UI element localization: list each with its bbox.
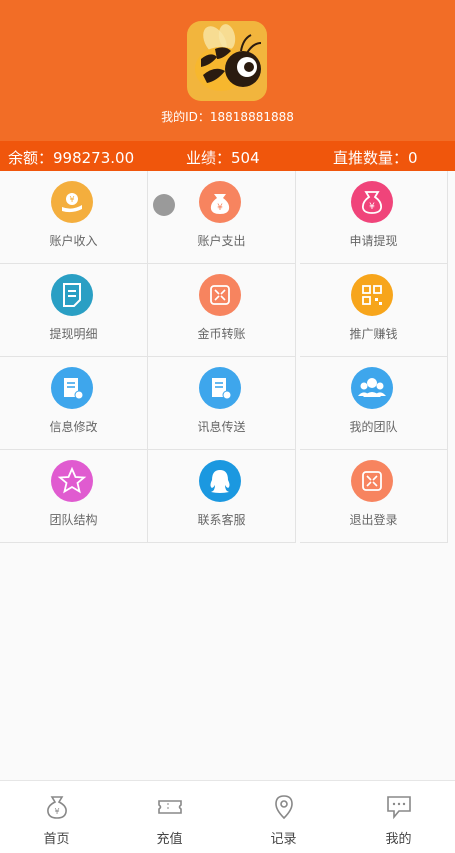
menu-item-team-structure[interactable]: 团队结构 (0, 450, 148, 543)
menu-item-label: 讯息传送 (197, 420, 246, 434)
menu-item-label: 提现明细 (49, 327, 98, 341)
menu-item-label: 联系客服 (197, 513, 246, 527)
menu-item-withdraw-details[interactable]: 提现明细 (0, 264, 148, 357)
menu-item-label: 退出登录 (349, 513, 398, 527)
menu-item-label: 账户支出 (197, 234, 246, 248)
menu-item-send-message[interactable]: 讯息传送 (148, 357, 296, 450)
star-icon (51, 460, 93, 502)
menu-item-coin-transfer[interactable]: 金币转账 (148, 264, 296, 357)
team-icon (351, 367, 393, 409)
income-icon: ¥ (51, 181, 93, 223)
menu-item-logout[interactable]: 退出登录 (300, 450, 448, 543)
user-id-label: 我的ID：18818881888 (161, 110, 294, 124)
menu-item-label: 信息修改 (49, 420, 98, 434)
money-bag-icon: ¥ (43, 793, 71, 821)
tab-home[interactable]: ¥ 首页 (0, 781, 113, 853)
svg-text:¥: ¥ (217, 203, 223, 213)
tab-label: 充值 (156, 832, 183, 847)
menu-item-label: 金币转账 (197, 327, 246, 341)
performance-stat: 业绩：504 (186, 149, 260, 167)
bee-icon (195, 24, 262, 91)
money-bag-icon: ¥ (199, 181, 241, 223)
referral-count-stat: 直推数量：0 (333, 149, 418, 167)
transfer-icon (199, 274, 241, 316)
menu-grid: ¥ 账户收入 ¥ 账户支出 ¥ 申请提现 提现明细 金币转账 推广赚钱 信息修改… (0, 171, 453, 543)
svg-text:¥: ¥ (369, 202, 375, 212)
balance-stat: 余额：998273.00 (8, 149, 135, 167)
stats-bar: 余额：998273.00 业绩：504 直推数量：0 (0, 141, 455, 171)
svg-text:¥: ¥ (69, 195, 74, 204)
tab-mine[interactable]: 我的 (342, 781, 455, 853)
message-send-icon (199, 367, 241, 409)
menu-item-edit-info[interactable]: 信息修改 (0, 357, 148, 450)
menu-item-contact-support[interactable]: 联系客服 (148, 450, 296, 543)
menu-item-label: 我的团队 (349, 420, 398, 434)
app-logo (187, 21, 267, 101)
menu-item-promote-earn[interactable]: 推广赚钱 (300, 264, 448, 357)
menu-item-apply-withdraw[interactable]: ¥ 申请提现 (300, 171, 448, 264)
menu-item-account-income[interactable]: ¥ 账户收入 (0, 171, 148, 264)
logout-icon (351, 460, 393, 502)
document-icon (51, 274, 93, 316)
menu-item-label: 账户收入 (49, 234, 98, 248)
tab-recharge[interactable]: 充值 (113, 781, 226, 853)
tab-label: 首页 (43, 832, 70, 847)
location-pin-icon (270, 793, 298, 821)
menu-item-label: 推广赚钱 (349, 327, 398, 341)
profile-header: 我的ID：18818881888 (0, 0, 455, 141)
qrcode-icon (351, 274, 393, 316)
tab-label: 记录 (270, 832, 297, 847)
bottom-tab-bar: ¥ 首页 充值 记录 我的 (0, 780, 455, 853)
menu-item-account-expense[interactable]: ¥ 账户支出 (148, 171, 296, 264)
svg-text:¥: ¥ (54, 807, 59, 816)
withdraw-bag-icon: ¥ (351, 181, 393, 223)
qq-icon (199, 460, 241, 502)
floating-assistive-button[interactable] (153, 194, 175, 216)
menu-item-label: 申请提现 (349, 234, 398, 248)
ticket-icon (156, 793, 184, 821)
chat-icon (385, 793, 413, 821)
edit-info-icon (51, 367, 93, 409)
tab-records[interactable]: 记录 (227, 781, 340, 853)
menu-item-my-team[interactable]: 我的团队 (300, 357, 448, 450)
tab-label: 我的 (385, 832, 412, 847)
menu-item-label: 团队结构 (49, 513, 98, 527)
